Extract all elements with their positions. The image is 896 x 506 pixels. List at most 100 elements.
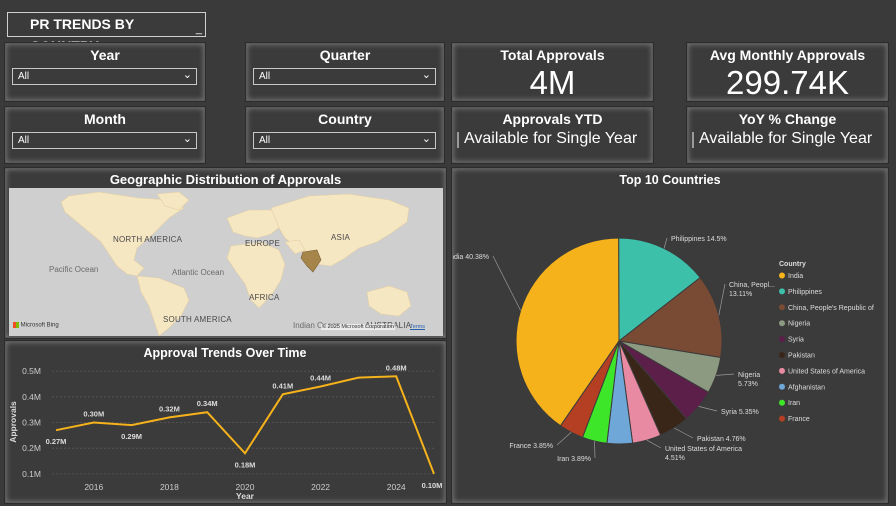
bing-logo: Microsoft Bing	[13, 322, 59, 329]
legend-marker	[779, 304, 785, 311]
data-label: 0.30M	[83, 410, 104, 419]
legend-item-label: France	[788, 416, 810, 423]
year-dropdown[interactable]: All ⌄	[12, 68, 197, 85]
pie-data-label: India 40.38%	[453, 254, 489, 261]
legend-marker	[779, 352, 785, 358]
quarter-slicer: Quarter All ⌄	[246, 43, 444, 101]
legend-title: Country	[779, 261, 806, 268]
y-tick-label: 0.5M	[22, 366, 41, 376]
microsoft-logo-icon	[13, 322, 19, 328]
legend-marker	[779, 288, 785, 295]
map-label-europe: EUROPE	[245, 239, 280, 248]
y-tick-label: 0.3M	[22, 418, 41, 428]
leader-line	[674, 427, 694, 439]
india-highlight[interactable]	[300, 249, 322, 273]
pie-data-label: France 3.85%	[509, 443, 553, 450]
legend-item-label: Iran	[788, 400, 800, 407]
data-label: 0.48M	[386, 363, 407, 372]
legend-marker	[779, 367, 785, 374]
country-slicer-label: Country	[318, 111, 372, 127]
yoy-change-label: YoY % Change	[738, 111, 837, 127]
avg-monthly-approvals-card: Avg Monthly Approvals 299.74K	[687, 43, 888, 101]
pie-data-label: 13.11%	[729, 291, 752, 298]
year-slicer: Year All ⌄	[5, 43, 205, 101]
leader-line	[556, 431, 572, 446]
legend-marker	[779, 272, 785, 279]
pie-data-label: Philippines 14.5%	[671, 236, 727, 243]
yoy-change-value: Available for Single Year	[699, 130, 873, 147]
leader-line	[716, 373, 735, 376]
y-tick-label: 0.1M	[22, 469, 41, 479]
report-title: PR TRENDS BY COUNTRY _	[7, 12, 206, 54]
x-tick-label: 2022	[311, 482, 330, 492]
data-label: 0.29M	[121, 432, 142, 441]
data-label: 0.41M	[272, 381, 293, 390]
total-approvals-label: Total Approvals	[500, 47, 605, 63]
country-dropdown[interactable]: All ⌄	[253, 132, 436, 149]
leader-line	[646, 439, 662, 449]
legend-marker	[779, 399, 785, 406]
total-approvals-value: 4M	[529, 64, 576, 101]
leader-line	[492, 255, 521, 311]
avg-monthly-label: Avg Monthly Approvals	[709, 47, 866, 63]
legend-item-label: India	[788, 273, 803, 280]
legend-item-label: United States of America	[788, 368, 865, 375]
legend-item-label: Pakistan	[788, 353, 815, 360]
card-accent-bar	[457, 132, 459, 148]
chevron-down-icon: ⌄	[182, 133, 192, 145]
bing-text: Microsoft Bing	[20, 322, 59, 329]
legend-item-label: China, People's Republic of	[788, 305, 874, 312]
card-accent-bar	[692, 132, 694, 148]
country-dropdown-value: All	[259, 135, 271, 146]
pie-data-label: 5.73%	[738, 381, 758, 388]
map-label-south-america: SOUTH AMERICA	[163, 315, 232, 324]
month-slicer-label: Month	[84, 111, 126, 127]
map-label-atlantic-ocean: Atlantic Ocean	[172, 268, 225, 277]
pie-data-label: Nigeria	[738, 372, 760, 379]
approvals-ytd-label: Approvals YTD	[502, 111, 603, 127]
approval-trends-chart: Approval Trends Over Time 0.1M 0.2M 0.3M 0.4…	[8, 346, 443, 501]
month-slicer: Month All ⌄	[5, 107, 205, 163]
world-map[interactable]: NORTH AMERICA EUROPE ASIA AFRICA SOUTH A…	[9, 188, 443, 336]
quarter-slicer-label: Quarter	[319, 47, 371, 63]
data-label: 0.10M	[422, 481, 443, 490]
text-cursor: _	[195, 23, 202, 35]
legend-item-label: Philippines	[788, 289, 822, 296]
geographic-map-visual: Geographic Distribution of Approvals NOR…	[5, 168, 446, 338]
leader-line	[663, 237, 668, 249]
month-dropdown-value: All	[18, 135, 30, 146]
legend-item-label: Syria	[788, 337, 804, 344]
pie-data-label: Iran 3.89%	[557, 456, 591, 463]
legend-item-label: Afghanistan	[788, 384, 825, 391]
chevron-down-icon: ⌄	[421, 133, 431, 145]
map-label-pacific-ocean: Pacific Ocean	[49, 265, 99, 274]
chevron-down-icon: ⌄	[182, 69, 192, 81]
top-countries-chart: Top 10 Countries India 40.38% Philippines …	[448, 173, 874, 463]
map-label-asia: ASIA	[331, 233, 351, 242]
data-label: 0.44M	[310, 374, 331, 383]
x-tick-label: 2016	[84, 482, 103, 492]
x-tick-label: 2024	[387, 482, 406, 492]
country-slicer: Country All ⌄	[246, 107, 444, 163]
approval-trends-visual: Approval Trends Over Time 0.1M 0.2M 0.3M 0.4…	[5, 341, 446, 503]
month-dropdown[interactable]: All ⌄	[12, 132, 197, 149]
world-map-shapes	[60, 191, 412, 336]
approvals-line[interactable]	[55, 375, 435, 475]
map-attribution: © 2025 Microsoft Corporation	[321, 324, 395, 330]
legend-marker	[779, 336, 785, 343]
pie-chart-title: Top 10 Countries	[619, 173, 720, 187]
pie-data-label: Syria 5.35%	[721, 409, 759, 416]
chevron-down-icon: ⌄	[421, 69, 431, 81]
total-approvals-card: Total Approvals 4M	[452, 43, 653, 101]
map-title: Geographic Distribution of Approvals	[109, 172, 342, 187]
map-terms-link[interactable]: Terms	[410, 324, 425, 330]
yoy-change-card: YoY % Change Available for Single Year	[687, 107, 888, 163]
pie-data-label: 4.51%	[665, 455, 685, 462]
continent-shapes	[60, 191, 412, 336]
year-slicer-label: Year	[90, 47, 120, 63]
y-tick-label: 0.2M	[22, 443, 41, 453]
approvals-ytd-value: Available for Single Year	[464, 130, 638, 147]
year-dropdown-value: All	[18, 71, 30, 82]
quarter-dropdown-value: All	[259, 71, 271, 82]
quarter-dropdown[interactable]: All ⌄	[253, 68, 436, 85]
